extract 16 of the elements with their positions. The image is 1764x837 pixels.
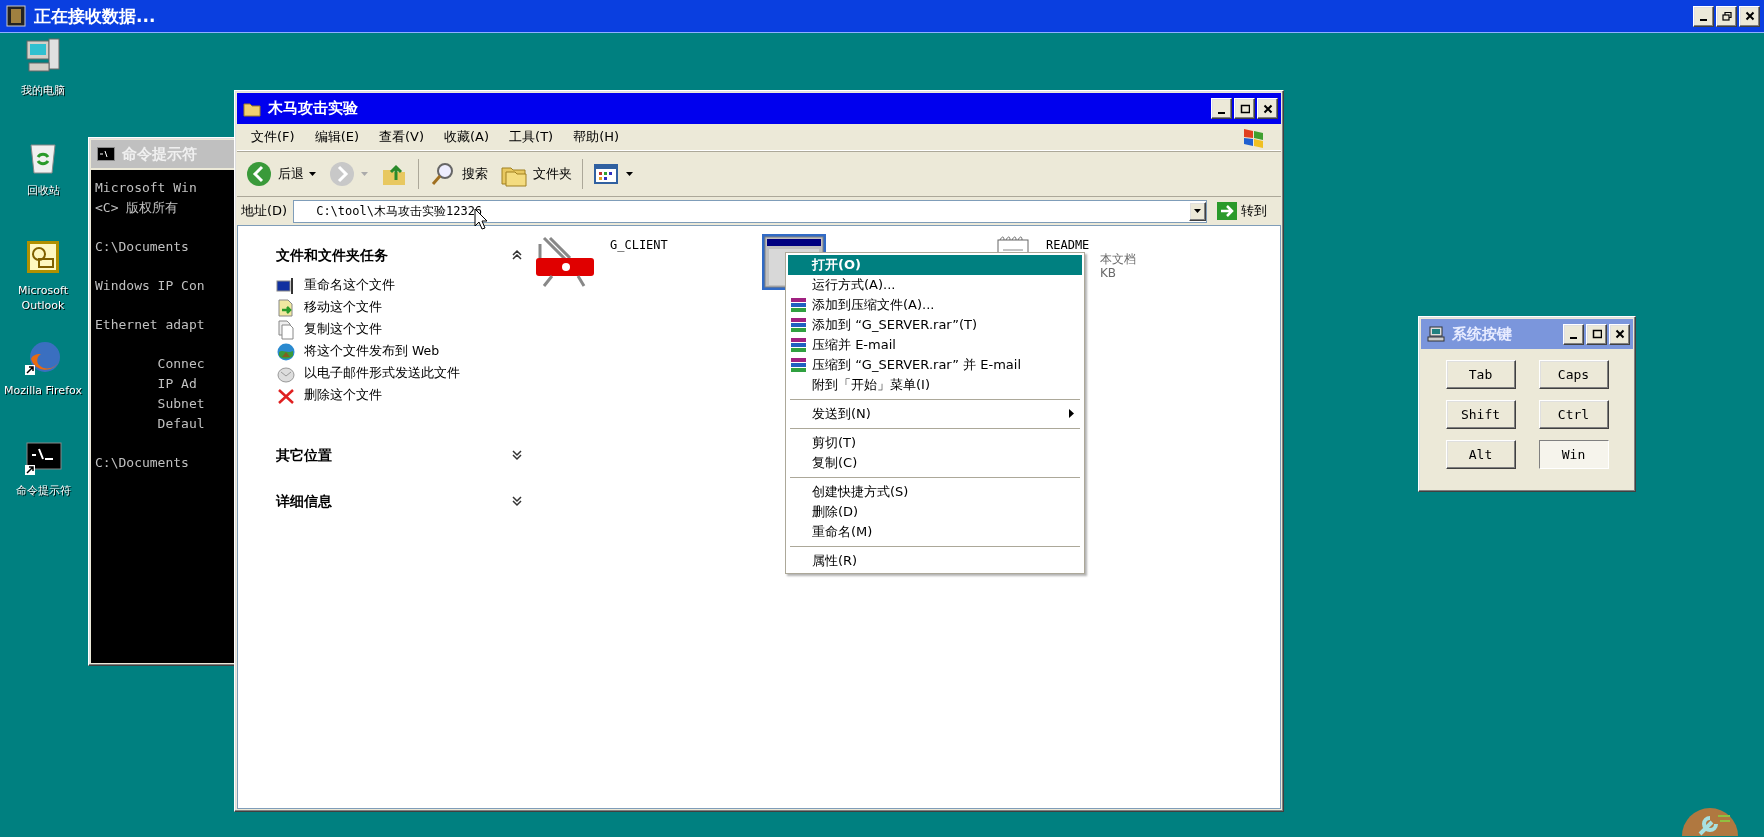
window-title: 正在接收数据... (34, 4, 157, 28)
window-title: 木马攻击实验 (268, 99, 359, 118)
console-line: Windows IP Con (95, 277, 206, 295)
window-title: 系统按键 (1452, 324, 1513, 344)
console-line: IP Ad (156, 375, 198, 393)
file-detail: KB (1100, 266, 1118, 280)
console-line: Connec (156, 355, 206, 373)
console-line: <C> 版权所有 (95, 199, 180, 217)
console-line: Subnet (156, 395, 206, 413)
console-line: Defaul (156, 415, 206, 433)
console-line: Ethernet adapt (95, 316, 206, 334)
console-line: Microsoft Win (95, 179, 198, 197)
file-detail: 本文档 (1100, 252, 1136, 266)
console-line: C:\Documents (95, 454, 190, 472)
console-line: C:\Documents (95, 238, 190, 256)
address-label: 地址(D) (241, 202, 288, 220)
